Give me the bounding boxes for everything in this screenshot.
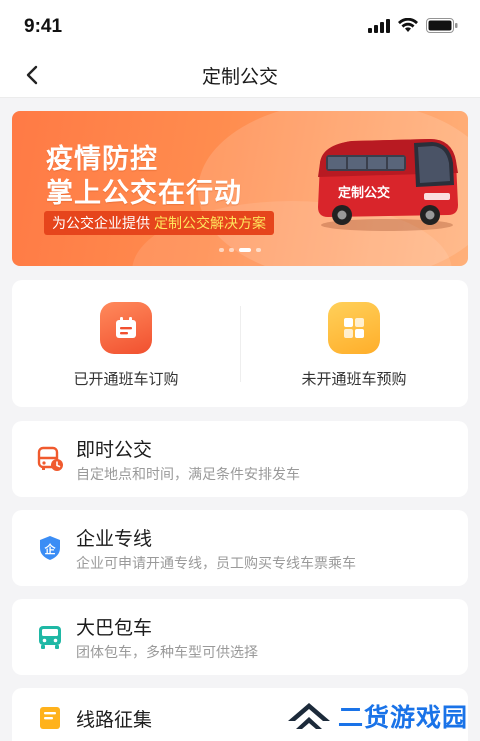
service-title: 大巴包车 (76, 618, 153, 639)
status-icons (368, 18, 458, 33)
watermark: 二货游戏园 (286, 694, 476, 738)
watermark-text: 二货游戏园 (338, 704, 469, 732)
service-subtitle: 自定地点和时间，满足条件安排发车 (76, 466, 300, 482)
shield-badge: 企 (44, 542, 57, 556)
unopened-shuttle-preorder-button[interactable]: 未开通班车预购 (240, 280, 468, 407)
service-title: 企业专线 (76, 529, 153, 550)
document-icon (40, 707, 60, 729)
service-title: 即时公交 (76, 440, 153, 461)
banner-tag-highlight: 定制公交解决方案 (154, 215, 266, 231)
carousel-indicator (12, 248, 468, 252)
banner-title-line2: 掌上公交在行动 (46, 178, 242, 208)
purchase-card: 已开通班车订购 未开通班车预购 (12, 280, 468, 407)
bus-illustration-icon: 定制公交 (318, 139, 458, 231)
wifi-icon (398, 18, 418, 32)
banner-tag-prefix: 为公交企业提供 (52, 215, 150, 231)
status-bar: 9:41 (0, 0, 480, 52)
promo-banner[interactable]: 疫情防控 掌上公交在行动 为公交企业提供 定制公交解决方案 定制公交 (12, 111, 468, 266)
service-title: 线路征集 (76, 710, 153, 731)
enterprise-shield-icon: 企 (40, 536, 60, 560)
signal-icon (368, 18, 390, 33)
carousel-dot[interactable] (239, 248, 251, 252)
grid-icon (328, 302, 380, 354)
bus-label: 定制公交 (337, 185, 390, 200)
service-subtitle: 企业可申请开通专线，员工购买专线车票乘车 (76, 555, 356, 571)
nav-bar: 定制公交 (0, 52, 480, 98)
carousel-dot[interactable] (229, 248, 234, 252)
page-title: 定制公交 (201, 67, 278, 88)
watermark-logo-icon (288, 703, 330, 729)
bus-clock-icon (37, 446, 63, 471)
bus-icon (39, 626, 61, 649)
purchase-label: 已开通班车订购 (73, 371, 179, 388)
battery-icon (426, 18, 458, 33)
carousel-dot[interactable] (256, 248, 261, 252)
carousel-dot[interactable] (219, 248, 224, 252)
service-enterprise-line[interactable]: 企 企业专线 企业可申请开通专线，员工购买专线车票乘车 (12, 510, 468, 586)
banner-tag: 为公交企业提供 定制公交解决方案 (44, 211, 274, 235)
service-charter-bus[interactable]: 大巴包车 团体包车，多种车型可供选择 (12, 599, 468, 675)
calendar-icon (100, 302, 152, 354)
service-instant-bus[interactable]: 即时公交 自定地点和时间，满足条件安排发车 (12, 421, 468, 497)
service-subtitle: 团体包车，多种车型可供选择 (76, 644, 258, 660)
status-time: 9:41 (24, 16, 63, 37)
opened-shuttle-order-button[interactable]: 已开通班车订购 (12, 280, 240, 407)
purchase-label: 未开通班车预购 (301, 371, 407, 388)
